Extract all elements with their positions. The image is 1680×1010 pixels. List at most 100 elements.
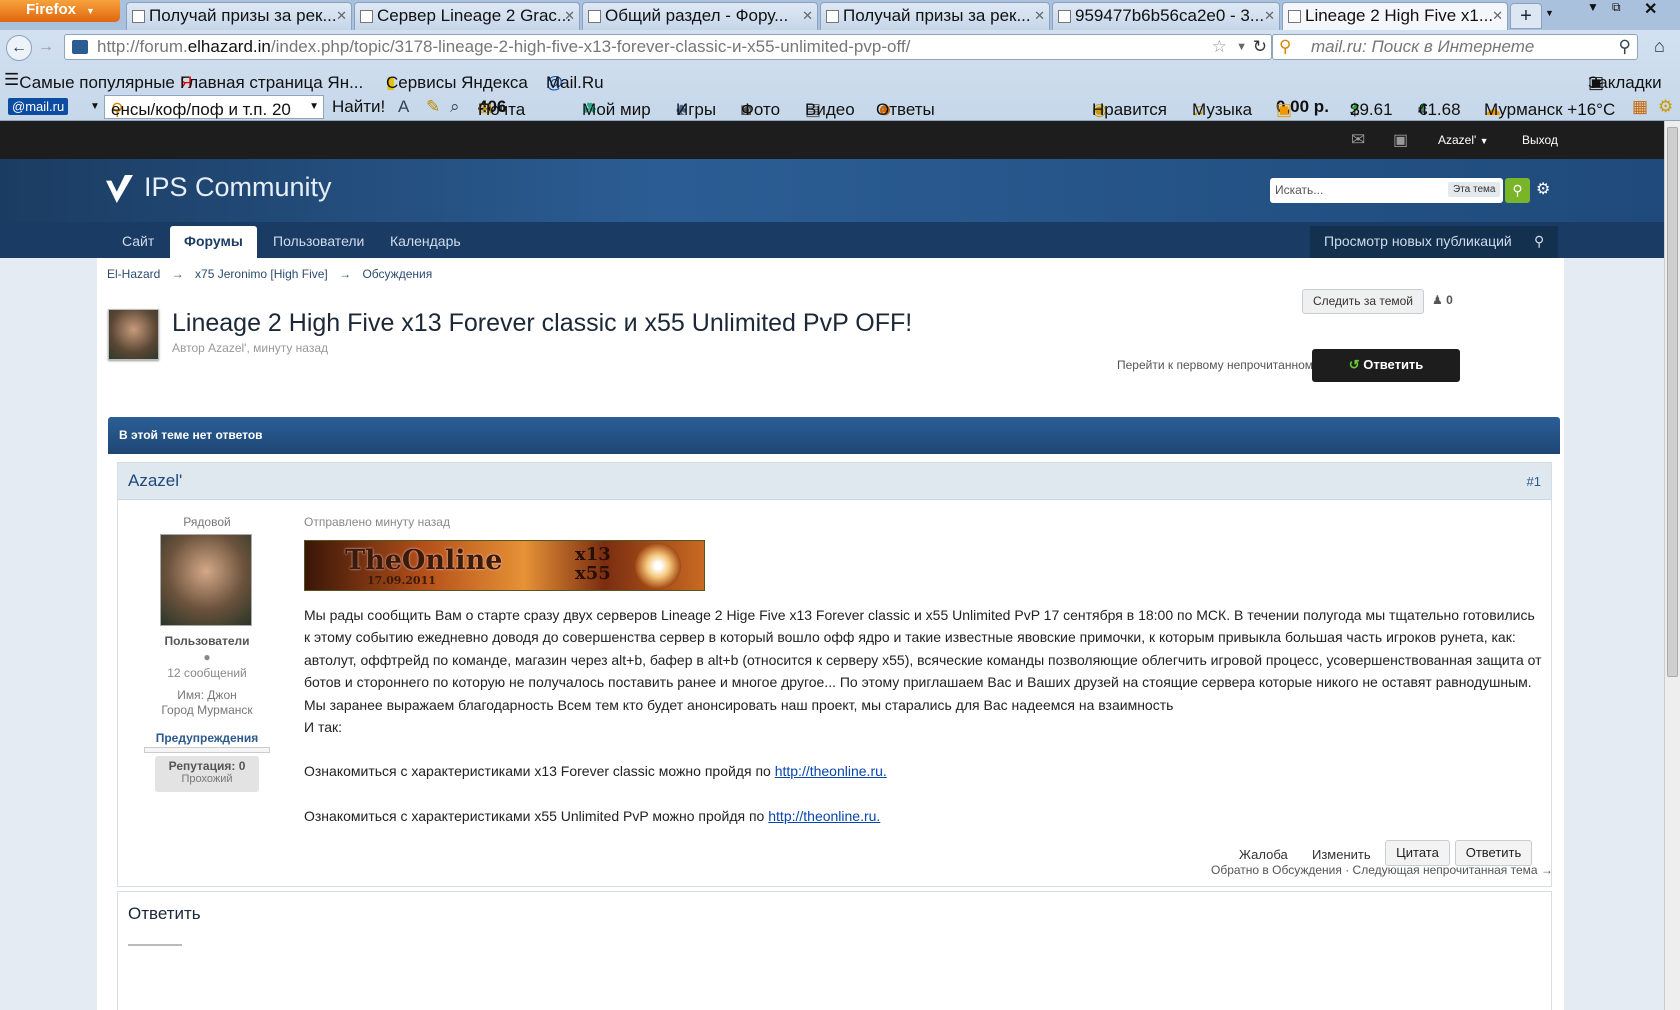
image-favicon-icon xyxy=(1058,10,1071,23)
nav-site[interactable]: Сайт xyxy=(108,226,168,258)
warnings-link[interactable]: Предупреждения xyxy=(118,731,296,745)
forward-button[interactable]: → xyxy=(33,35,59,61)
map-icon[interactable]: ▦ xyxy=(1632,97,1648,117)
search-button-icon[interactable]: ⚲ xyxy=(1505,178,1530,203)
search-scope-toggle[interactable]: Эта тема xyxy=(1448,182,1501,197)
tab-4[interactable]: Получай призы за рек... ✕ xyxy=(820,2,1050,30)
breadcrumb: El-Hazard → x75 Jeronimo [High Five] → О… xyxy=(107,267,432,281)
web-search-input[interactable]: ⚲ mail.ru: Поиск в Интернете ⚲ xyxy=(1272,34,1638,60)
breadcrumb-home[interactable]: El-Hazard xyxy=(107,267,160,281)
font-icon[interactable]: A xyxy=(398,97,409,117)
close-window-icon[interactable]: ✕ xyxy=(1644,0,1657,19)
theonline-banner-image[interactable]: TheOnline 17.09.2011 x13 x55 xyxy=(304,540,705,591)
edit-post-link[interactable]: Изменить xyxy=(1312,847,1371,862)
close-tab-icon[interactable]: ✕ xyxy=(336,3,347,29)
url-host: elhazard.in xyxy=(187,37,271,56)
logout-link[interactable]: Выход xyxy=(1522,133,1558,147)
minimize-icon[interactable]: ▼ xyxy=(1587,0,1599,14)
mailru-logo[interactable]: @mail.ru xyxy=(8,98,69,115)
nav-users[interactable]: Пользователи xyxy=(259,226,378,258)
url-path: /index.php/topic/3178-lineage-2-high-fiv… xyxy=(270,37,911,56)
author-avatar[interactable] xyxy=(108,309,159,360)
close-tab-icon[interactable]: ✕ xyxy=(1264,3,1275,29)
photo-label: Фото xyxy=(741,100,781,119)
zoom-icon[interactable]: ⌕ xyxy=(450,97,460,117)
nav-forums[interactable]: Форумы xyxy=(170,226,257,258)
post-1: Azazel' #1 Рядовой Пользователи ● 12 соо… xyxy=(117,462,1552,887)
user-menu[interactable]: Azazel' ▼ xyxy=(1438,133,1489,147)
url-history-dropdown-icon[interactable]: ▼ xyxy=(1236,35,1247,59)
firefox-menu-button[interactable]: Firefox ▼ xyxy=(0,0,120,22)
nav-calendar[interactable]: Календарь xyxy=(376,226,475,258)
home-icon[interactable]: ⌂ xyxy=(1654,36,1665,57)
close-tab-icon[interactable]: ✕ xyxy=(564,3,575,29)
usd-value: 29.61 xyxy=(1350,100,1393,119)
post-number-link[interactable]: #1 xyxy=(1527,474,1541,489)
site-logo[interactable]: IPS Community xyxy=(144,172,332,203)
theonline-link-x13[interactable]: http://theonline.ru. xyxy=(775,763,887,779)
new-tab-button[interactable]: + xyxy=(1510,3,1542,29)
tab-1[interactable]: Получай призы за рек... ✕ xyxy=(126,2,352,30)
restore-icon[interactable]: ⧉ xyxy=(1612,0,1621,15)
forum-favicon-icon xyxy=(132,10,145,23)
search-engine-icon[interactable]: ⚲ xyxy=(1279,35,1291,59)
close-tab-icon[interactable]: ✕ xyxy=(802,3,813,29)
next-unread-topic-link[interactable]: Следующая непрочитанная тема → xyxy=(1353,863,1553,877)
eur-value: 41.68 xyxy=(1418,100,1461,119)
music-label: Музыка xyxy=(1192,100,1253,119)
followers-value: 0 xyxy=(1446,293,1453,307)
tab-6-active[interactable]: Lineage 2 High Five x1... ✕ xyxy=(1282,2,1508,30)
games-label: Игры xyxy=(676,100,717,119)
follow-topic-button[interactable]: Следить за темой xyxy=(1302,289,1424,314)
topic-meta: Автор Azazel', минуту назад xyxy=(172,341,329,355)
author-city-field: Город Мурманск xyxy=(118,703,296,717)
url-bar[interactable]: http://forum.elhazard.in/index.php/topic… xyxy=(64,34,1272,60)
messenger-icon[interactable]: ✉ xyxy=(1351,130,1365,150)
mailru-find-button[interactable]: Найти! xyxy=(332,97,385,117)
report-post-link[interactable]: Жалоба xyxy=(1239,847,1288,862)
tab-list-icon[interactable]: ▼ xyxy=(1545,8,1554,18)
tab-2[interactable]: Сервер Lineage 2 Grac... ✕ xyxy=(354,2,580,30)
site-identity-icon xyxy=(72,40,88,54)
bookmark-popular[interactable]: ☰ Самые популярные xyxy=(4,70,175,92)
forum-search-input[interactable]: Искать... Эта тема xyxy=(1270,178,1503,203)
location-pin-icon[interactable]: ⚲ xyxy=(1520,226,1559,258)
mail-link[interactable]: ✉ Почта 406 xyxy=(478,97,525,119)
tab-3[interactable]: Общий раздел - Фору... ✕ xyxy=(582,2,818,30)
author-info-panel: Рядовой Пользователи ● 12 сообщений Имя:… xyxy=(118,500,298,900)
close-tab-icon[interactable]: ✕ xyxy=(1492,3,1503,29)
tab-label: Получай призы за рек... xyxy=(149,6,337,25)
theonline-link-x55[interactable]: http://theonline.ru. xyxy=(768,808,880,824)
scrollbar-thumb[interactable] xyxy=(1667,127,1678,677)
post-author-link[interactable]: Azazel' xyxy=(128,471,182,491)
close-tab-icon[interactable]: ✕ xyxy=(1034,3,1045,29)
mailru-menu-icon[interactable]: ▼ xyxy=(90,101,100,112)
reload-icon[interactable]: ↻ xyxy=(1253,35,1267,59)
author-photo[interactable] xyxy=(160,534,252,626)
warning-level-bar xyxy=(144,747,270,753)
search-go-icon[interactable]: ⚲ xyxy=(1619,35,1631,59)
reply-topic-button[interactable]: ↺ Ответить xyxy=(1312,349,1460,382)
name-label: Имя: xyxy=(177,688,204,702)
back-to-forum-link[interactable]: Обратно в Обсуждения xyxy=(1211,863,1342,877)
page-scrollbar[interactable] xyxy=(1664,121,1680,1010)
tab-5[interactable]: 959477b6b56ca2e0 - 3... ✕ xyxy=(1052,2,1280,30)
tab-label: Общий раздел - Фору... xyxy=(605,6,789,25)
back-button[interactable]: ← xyxy=(6,35,32,61)
video-label: Видео xyxy=(805,100,855,119)
balance-link[interactable]: ▣ 0,00 р. xyxy=(1276,97,1329,119)
bookmark-star-icon[interactable]: ☆ xyxy=(1212,35,1227,59)
post-text: Мы рады сообщить Вам о старте сразу двух… xyxy=(304,607,1542,713)
highlight-icon[interactable]: ✎ xyxy=(426,97,440,117)
page-favicon-icon xyxy=(588,10,601,23)
post-content: Мы рады сообщить Вам о старте сразу двух… xyxy=(304,604,1544,827)
breadcrumb-forum[interactable]: x75 Jeronimo [High Five] xyxy=(195,267,328,281)
advanced-search-gear-icon[interactable]: ⚙ xyxy=(1536,179,1550,199)
breadcrumb-subforum[interactable]: Обсуждения xyxy=(362,267,432,281)
view-new-posts-link[interactable]: Просмотр новых публикаций xyxy=(1310,226,1526,258)
settings-gear-icon[interactable]: ⚙ xyxy=(1658,97,1673,117)
topic-notice-bar: В этой теме нет ответов xyxy=(108,417,1560,454)
mailru-search-select[interactable]: ⚲ енсы/коф/поф и т.п. 20 ▼ xyxy=(104,95,324,119)
quick-reply-avatar-edge xyxy=(128,944,182,946)
notifications-icon[interactable]: ▣ xyxy=(1393,130,1408,150)
